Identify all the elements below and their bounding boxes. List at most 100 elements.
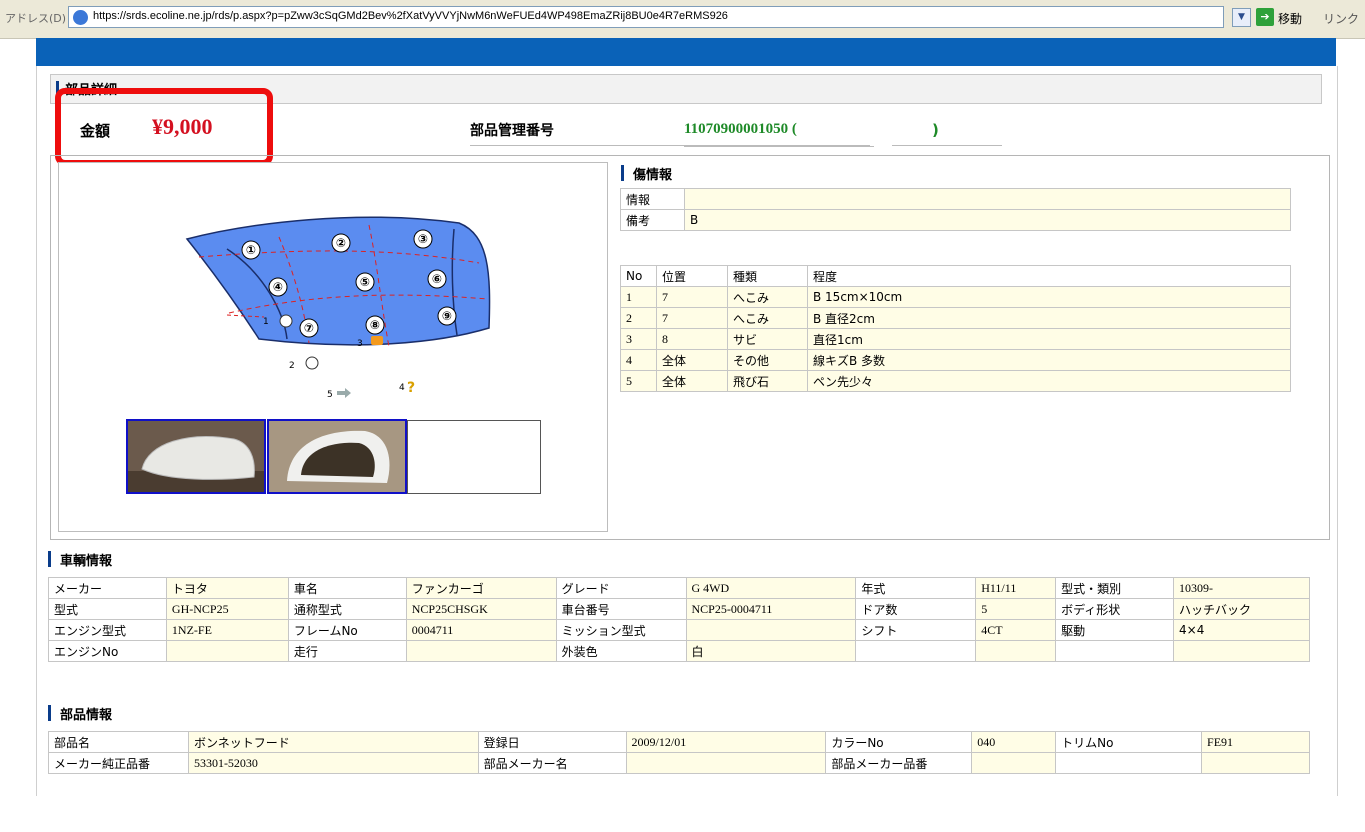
rust-marker-icon xyxy=(371,336,383,345)
damage-marker-label: 2 xyxy=(289,361,295,371)
panel-marker: ② xyxy=(331,233,351,253)
field-label: 車台番号 xyxy=(555,598,687,620)
field-value: 0004711 xyxy=(405,619,557,641)
field-value: 1NZ-FE xyxy=(165,619,289,641)
table-row: 1 7 へこみ B 15cm×10cm xyxy=(620,286,1291,308)
field-value: NCP25CHSGK xyxy=(405,598,557,620)
panel-marker: ⑧ xyxy=(365,315,385,335)
table-cell: 3 xyxy=(620,328,657,350)
table-row: 3 8 サビ 直径1cm xyxy=(620,328,1291,350)
field-value: NCP25-0004711 xyxy=(685,598,857,620)
field-value: GH-NCP25 xyxy=(165,598,289,620)
damage-marker-label: 1 xyxy=(263,317,269,327)
panel-number: ② xyxy=(336,236,346,250)
go-arrow-icon[interactable]: ➔ xyxy=(1256,8,1274,26)
field-label: 部品名 xyxy=(48,731,189,753)
field-value xyxy=(405,640,557,662)
field-value: トヨタ xyxy=(165,577,289,599)
damage-marker-label: 4 xyxy=(399,383,405,393)
table-cell: ペン先少々 xyxy=(807,370,1291,392)
stone-chip-arrow-icon xyxy=(337,388,351,398)
photo-thumbnail-1[interactable] xyxy=(126,419,266,494)
field-label xyxy=(1055,752,1203,774)
table-cell: その他 xyxy=(727,349,808,371)
table-row: エンジンNo 走行 外装色白 xyxy=(48,640,1310,662)
chevron-down-icon: ▼ xyxy=(1238,12,1245,22)
field-label: ドア数 xyxy=(855,598,977,620)
table-row: エンジン型式 1NZ-FE フレームNo 0004711 ミッション型式 シフト 4CT 駆動… xyxy=(48,619,1310,641)
panel-number: ③ xyxy=(418,232,428,246)
panel-marker: ⑦ xyxy=(299,318,319,338)
field-value xyxy=(685,619,857,641)
field-label: フレームNo xyxy=(287,619,407,641)
table-cell: 全体 xyxy=(656,349,728,371)
address-input[interactable]: https://srds.ecoline.ne.jp/rds/p.aspx?p=… xyxy=(68,6,1224,28)
table-cell: 7 xyxy=(656,307,728,329)
column-header: 位置 xyxy=(656,265,728,287)
field-value: H11/11 xyxy=(975,577,1057,599)
field-value: ボンネットフード xyxy=(187,731,479,753)
field-label: エンジンNo xyxy=(48,640,167,662)
info-label: 情報 xyxy=(620,188,685,210)
management-number-close: ) xyxy=(932,121,939,139)
parts-info-table: 部品名 ボンネットフード 登録日 2009/12/01 カラーNo 040 トリムNo FE9… xyxy=(48,731,1310,774)
field-label: 部品メーカー品番 xyxy=(825,752,973,774)
field-label xyxy=(855,640,977,662)
table-cell: B 直径2cm xyxy=(807,307,1291,329)
column-header: 程度 xyxy=(807,265,1291,287)
table-cell: B 15cm×10cm xyxy=(807,286,1291,308)
panel-marker: ⑥ xyxy=(427,269,447,289)
panel-number: ⑥ xyxy=(432,272,442,286)
separator-line xyxy=(684,146,874,147)
remarks-label: 備考 xyxy=(620,209,685,231)
separator-line xyxy=(892,145,1002,146)
field-value: 53301-52030 xyxy=(187,752,479,774)
field-value: 040 xyxy=(971,731,1057,753)
table-cell: 4 xyxy=(620,349,657,371)
panel-marker: ③ xyxy=(413,229,433,249)
panel-number: ④ xyxy=(273,280,283,294)
address-label: アドレス(D) xyxy=(5,12,67,25)
field-value xyxy=(165,640,289,662)
table-cell: サビ xyxy=(727,328,808,350)
table-row: 型式 GH-NCP25 通称型式 NCP25CHSGK 車台番号 NCP25-000471… xyxy=(48,598,1310,620)
table-row: 4 全体 その他 線キズB 多数 xyxy=(620,349,1291,371)
damage-marker-label: 5 xyxy=(327,390,333,400)
links-label[interactable]: リンク xyxy=(1323,10,1359,27)
table-row: 2 7 へこみ B 直径2cm xyxy=(620,307,1291,329)
management-number-label: 部品管理番号 xyxy=(470,123,554,139)
table-row: メーカー純正品番 53301-52030 部品メーカー名 部品メーカー品番 xyxy=(48,752,1310,774)
field-value: 2009/12/01 xyxy=(625,731,827,753)
field-value: G 4WD xyxy=(685,577,857,599)
panel-number: ⑧ xyxy=(370,318,380,332)
table-cell: 飛び石 xyxy=(727,370,808,392)
management-number-value: 11070900001050 ( xyxy=(684,121,797,137)
address-dropdown-button[interactable]: ▼ xyxy=(1232,8,1251,27)
damage-list-table: No 位置 種類 程度 1 7 へこみ B 15cm×10cm 2 7 へこみ B 直径2c… xyxy=(620,265,1291,392)
panel-marker: ⑤ xyxy=(355,272,375,292)
table-cell: 7 xyxy=(656,286,728,308)
question-mark-icon: ? xyxy=(407,380,415,396)
panel-marker: ① xyxy=(241,240,261,260)
field-value xyxy=(625,752,827,774)
table-cell: 直径1cm xyxy=(807,328,1291,350)
photo-thumbnail-2[interactable] xyxy=(267,419,407,494)
go-button[interactable]: 移動 xyxy=(1278,10,1302,27)
vehicle-info-table: メーカー トヨタ 車名 ファンカーゴ グレード G 4WD 年式 H11/11 型式・類別 103… xyxy=(48,577,1310,662)
field-value: 白 xyxy=(685,640,857,662)
field-value: 5 xyxy=(975,598,1057,620)
table-cell: 1 xyxy=(620,286,657,308)
photo-thumbnail-empty[interactable] xyxy=(407,420,541,494)
panel-marker: ④ xyxy=(268,277,288,297)
table-row: 部品名 ボンネットフード 登録日 2009/12/01 カラーNo 040 トリムNo FE9… xyxy=(48,731,1310,753)
field-label xyxy=(1055,640,1175,662)
field-value: 4CT xyxy=(975,619,1057,641)
address-url: https://srds.ecoline.ne.jp/rds/p.aspx?p=… xyxy=(93,10,728,22)
table-cell: 全体 xyxy=(656,370,728,392)
field-value xyxy=(975,640,1057,662)
field-label: 走行 xyxy=(287,640,407,662)
panel-marker: ⑨ xyxy=(437,306,457,326)
table-cell: 線キズB 多数 xyxy=(807,349,1291,371)
field-label: 年式 xyxy=(855,577,977,599)
field-value xyxy=(1173,640,1310,662)
